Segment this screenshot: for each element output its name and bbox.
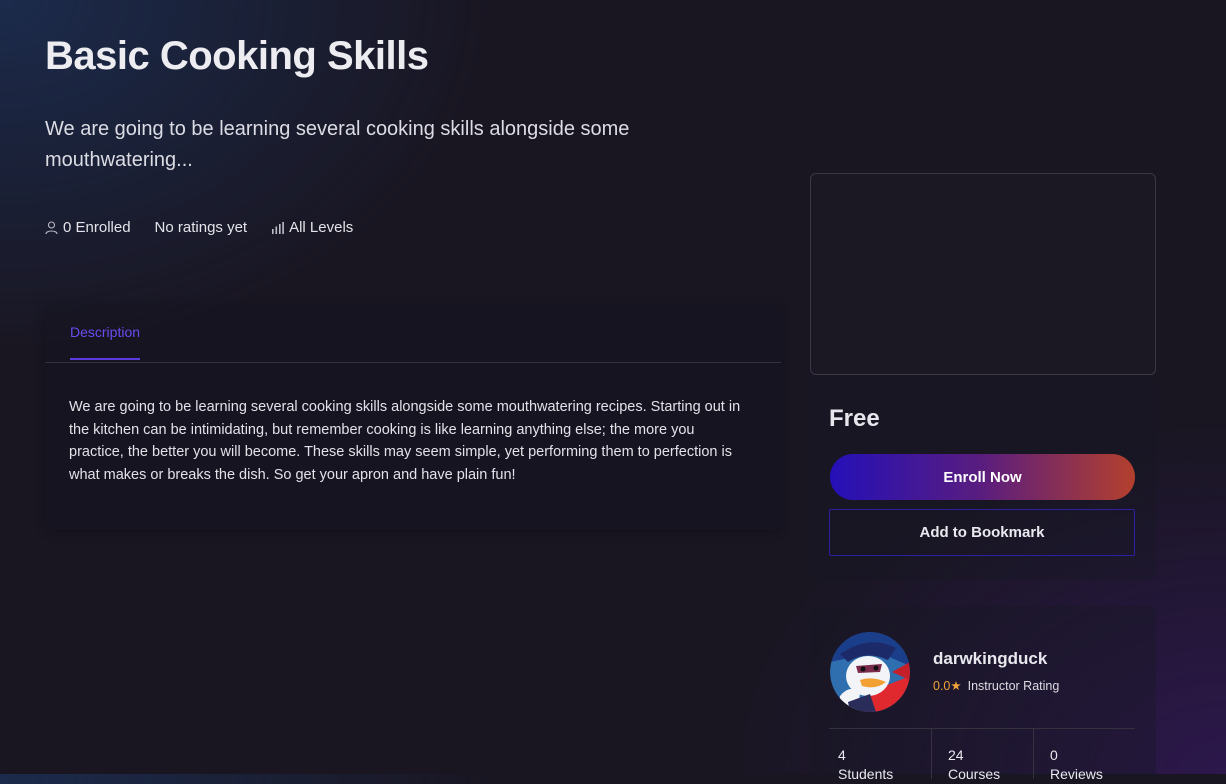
course-level: All Levels xyxy=(271,219,353,236)
star-icon: ★ xyxy=(950,679,962,693)
stat-divider xyxy=(1033,729,1034,779)
stat-label: Reviews xyxy=(1050,766,1103,782)
stat-value: 24 xyxy=(948,747,964,763)
avatar[interactable] xyxy=(830,632,910,712)
stat-label: Courses xyxy=(948,766,1001,782)
stat-value: 0 xyxy=(1050,747,1058,763)
stat-courses: 24 Courses xyxy=(948,746,1000,784)
course-tabs-panel: Description We are going to be learning … xyxy=(45,305,781,530)
user-icon xyxy=(45,220,58,234)
bar-chart-icon xyxy=(272,221,284,234)
stat-reviews: 0 Reviews xyxy=(1050,746,1103,784)
tab-bar: Description xyxy=(45,305,781,363)
description-text: We are going to be learning several cook… xyxy=(69,399,741,483)
rating-text: No ratings yet xyxy=(154,219,248,236)
instructor-rating-value: 0.0 xyxy=(933,678,951,693)
level-text: All Levels xyxy=(289,219,354,236)
course-price: Free xyxy=(829,405,880,432)
course-title: Basic Cooking Skills xyxy=(45,34,429,78)
enrolled-text: 0 Enrolled xyxy=(63,219,131,236)
course-subtitle: We are going to be learning several cook… xyxy=(45,118,630,171)
instructor-divider xyxy=(829,728,1135,729)
course-meta: 0 Enrolled No ratings yet All Levels xyxy=(45,219,377,236)
instructor-name[interactable]: darwkingduck xyxy=(933,649,1047,669)
enroll-button[interactable]: Enroll Now xyxy=(830,454,1135,500)
bookmark-button[interactable]: Add to Bookmark xyxy=(829,509,1135,556)
course-preview xyxy=(810,173,1156,375)
instructor-rating: 0.0 ★ Instructor Rating xyxy=(933,678,1060,694)
duck-avatar-image xyxy=(830,632,910,712)
stat-students: 4 Students xyxy=(838,746,893,784)
stat-value: 4 xyxy=(838,747,846,763)
instructor-rating-label: Instructor Rating xyxy=(967,678,1060,693)
tab-description[interactable]: Description xyxy=(70,324,141,360)
stat-label: Students xyxy=(838,766,894,782)
stat-divider xyxy=(931,729,932,779)
enrolled-count: 0 Enrolled xyxy=(45,219,131,236)
rating-summary: No ratings yet xyxy=(155,219,248,236)
